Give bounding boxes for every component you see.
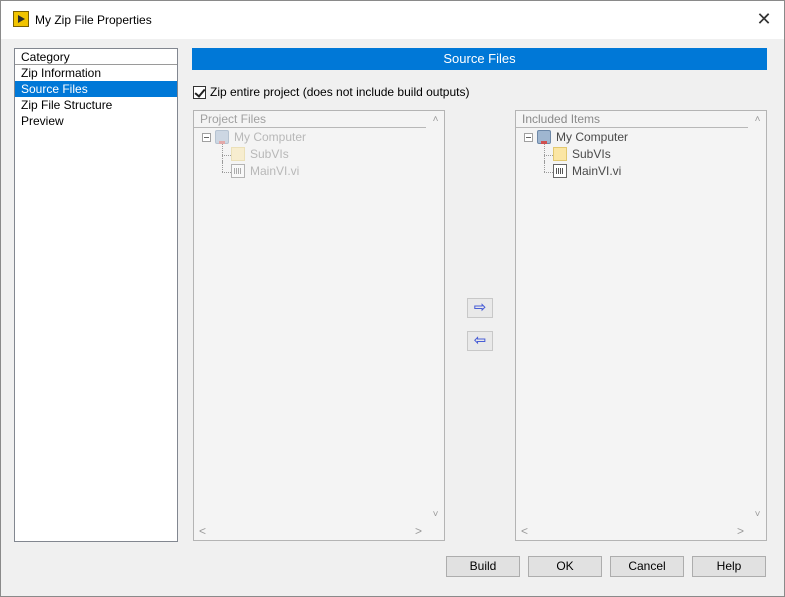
category-list: Category Zip Information Source Files Zi… [14,48,178,542]
tree-connector [544,172,553,173]
category-item-preview[interactable]: Preview [15,113,177,129]
project-files-tree[interactable]: Project Files My Computer SubVIs MainVI.… [193,110,445,541]
folder-icon [553,147,567,161]
category-item-zip-file-structure[interactable]: Zip File Structure [15,97,177,113]
title-bar: My Zip File Properties ✕ [1,1,784,39]
folder-icon [231,147,245,161]
ok-button[interactable]: OK [528,556,602,577]
horizontal-scrollbar[interactable]: < > [194,523,444,540]
scroll-left-icon[interactable]: < [194,523,211,540]
remove-from-included-button[interactable]: ⇦ [467,331,493,351]
category-item-source-files[interactable]: Source Files [15,81,177,97]
tree-node-label: My Computer [234,130,307,144]
project-files-tree-content: My Computer SubVIs MainVI.vi [200,129,400,180]
tree-node-label: MainVI.vi [572,164,622,178]
category-item-zip-information[interactable]: Zip Information [15,65,177,81]
scroll-left-icon[interactable]: < [516,523,533,540]
vi-file-icon [231,164,245,178]
scroll-right-icon[interactable]: > [732,523,749,540]
tree-node-subvis[interactable]: SubVIs [522,144,722,163]
collapse-icon[interactable] [202,133,211,142]
tree-node-mainvi[interactable]: MainVI.vi [522,161,722,180]
scroll-down-icon[interactable]: ˅ [427,506,444,523]
included-items-header: Included Items [516,111,748,128]
dialog-window: My Zip File Properties ✕ Category Zip In… [0,0,785,597]
included-items-tree-content: My Computer SubVIs MainVI.vi [522,129,722,180]
build-button[interactable]: Build [446,556,520,577]
collapse-icon[interactable] [524,133,533,142]
tree-node-label: SubVIs [572,147,611,161]
labview-app-icon [13,11,29,27]
tree-connector [222,155,231,156]
scroll-up-icon[interactable]: ˄ [749,111,766,128]
tree-node-label: MainVI.vi [250,164,300,178]
section-title: Source Files [192,48,767,70]
tree-node-label: SubVIs [250,147,289,161]
zip-entire-project-label[interactable]: Zip entire project (does not include bui… [210,85,469,99]
vi-file-icon [553,164,567,178]
tree-node-label: My Computer [556,130,629,144]
zip-entire-project-checkbox[interactable] [193,85,206,99]
tree-connector [222,161,223,172]
dialog-content: Category Zip Information Source Files Zi… [1,39,784,596]
vertical-scrollbar[interactable]: ˄ ˅ [427,111,444,523]
scroll-down-icon[interactable]: ˅ [749,506,766,523]
help-button[interactable]: Help [692,556,766,577]
computer-icon [537,130,551,144]
project-files-header: Project Files [194,111,426,128]
add-to-included-button[interactable]: ⇨ [467,298,493,318]
included-items-tree[interactable]: Included Items My Computer SubVIs MainVI… [515,110,767,541]
close-button[interactable]: ✕ [752,7,776,31]
tree-connector [222,172,231,173]
category-header: Category [15,49,177,65]
tree-connector [544,155,553,156]
scroll-up-icon[interactable]: ˄ [427,111,444,128]
scroll-right-icon[interactable]: > [410,523,427,540]
window-title: My Zip File Properties [35,13,152,27]
zip-entire-project-option[interactable]: Zip entire project (does not include bui… [193,84,469,100]
computer-icon [215,130,229,144]
tree-connector [544,161,545,172]
cancel-button[interactable]: Cancel [610,556,684,577]
tree-node-my-computer[interactable]: My Computer [522,129,722,146]
tree-node-mainvi[interactable]: MainVI.vi [200,161,400,180]
vertical-scrollbar[interactable]: ˄ ˅ [749,111,766,523]
tree-node-subvis[interactable]: SubVIs [200,144,400,163]
horizontal-scrollbar[interactable]: < > [516,523,766,540]
tree-node-my-computer[interactable]: My Computer [200,129,400,146]
